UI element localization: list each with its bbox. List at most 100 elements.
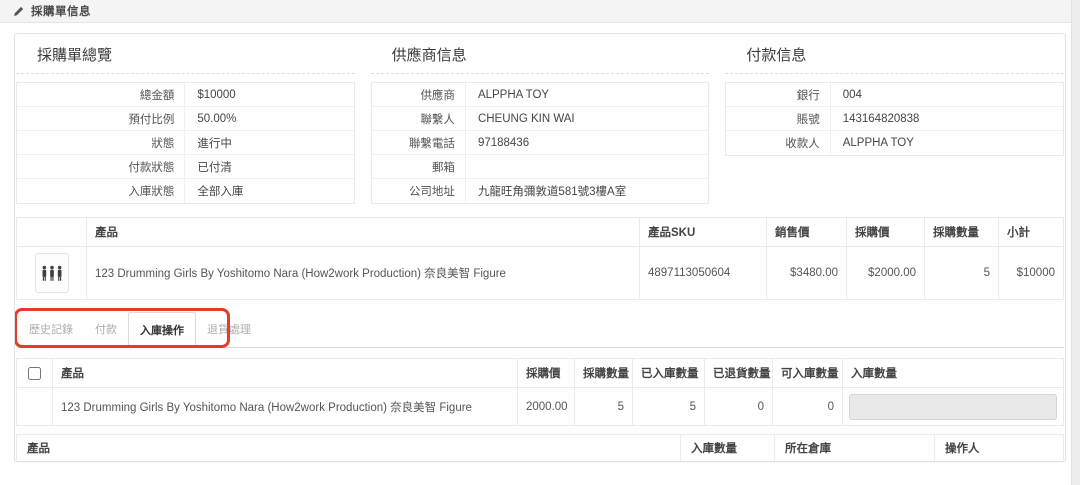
info-value: CHEUNG KIN WAI	[477, 112, 575, 125]
product-name: 123 Drumming Girls By Yoshitomo Nara (Ho…	[86, 246, 640, 300]
info-label: 入庫狀態	[17, 179, 186, 203]
tabs-section: 歷史記錄 付款 入庫操作 退貨處理	[15, 308, 1064, 348]
info-label: 銀行	[726, 83, 831, 106]
info-value: 全部入庫	[197, 186, 244, 198]
product-name: 123 Drumming Girls By Yoshitomo Nara (Ho…	[17, 462, 681, 463]
info-value: 97188436	[477, 136, 530, 149]
col-product: 產品	[86, 217, 640, 247]
product-table: 產品 產品SKU 銷售價 採購價 採購數量 小計 123 Drumming Gi…	[16, 217, 1064, 300]
info-row: 總金額 $10000	[17, 83, 354, 107]
info-row: 郵箱	[371, 155, 709, 179]
page-header: 採購單信息	[0, 0, 1071, 23]
overview-table: 總金額 $10000 預付比例 50.00% 狀態 進行中 付款狀態 已付清 入…	[16, 82, 355, 204]
product-purchase-qty: 5	[924, 246, 999, 300]
warehouse: 現貨（尖沙咀舖）	[775, 462, 935, 463]
payment-table: 銀行 004 賬號 143164820838 收款人 ALPPHA TOY	[725, 82, 1065, 156]
info-label: 收款人	[726, 131, 831, 155]
overview-section: 採購單總覽 總金額 $10000 預付比例 50.00% 狀態 進行中 付款狀態…	[16, 38, 355, 204]
info-row: 公司地址 九龍旺角彌敦道581號3樓A室	[372, 179, 709, 203]
col-sale-price: 銷售價	[766, 217, 847, 247]
pencil-icon	[13, 6, 24, 17]
inbound-qty-input[interactable]	[849, 393, 1057, 420]
info-value: $10000	[197, 88, 236, 101]
operator: Admin Admin	[935, 462, 1064, 463]
select-all-checkbox[interactable]	[28, 366, 41, 380]
info-label: 公司地址	[372, 179, 466, 203]
product-sale-price: $3480.00	[766, 246, 847, 300]
vertical-scrollbar[interactable]	[1071, 0, 1080, 485]
overview-title: 採購單總覽	[16, 38, 355, 74]
tab-history[interactable]: 歷史記錄	[18, 312, 84, 347]
tab-return-processing[interactable]: 退貨處理	[196, 312, 262, 347]
info-row: 供應商 ALPPHA TOY	[371, 83, 709, 107]
select-all-cell	[16, 358, 53, 388]
info-row: 狀態 進行中	[17, 131, 354, 155]
tab-payment[interactable]: 付款	[84, 312, 128, 347]
col-returned-qty: 已退貨數量	[704, 358, 773, 388]
info-value: 50.00%	[197, 112, 237, 125]
info-label: 供應商	[372, 83, 466, 106]
tab-bar: 歷史記錄 付款 入庫操作 退貨處理	[18, 312, 1064, 348]
table-row: 123 Drumming Girls By Yoshitomo Nara (Ho…	[17, 462, 1064, 463]
inbound-qty-cell	[842, 387, 1064, 426]
col-product: 產品	[16, 434, 681, 461]
col-operator: 操作人	[934, 434, 1064, 461]
table-header-row: 產品 產品SKU 銷售價 採購價 採購數量 小計	[16, 217, 1064, 247]
info-row: 入庫狀態 全部入庫	[17, 179, 354, 203]
info-row: 聯繫人 CHEUNG KIN WAI	[371, 107, 709, 131]
product-name: 123 Drumming Girls By Yoshitomo Nara (Ho…	[52, 387, 518, 426]
info-label: 付款狀態	[17, 155, 186, 178]
col-sku: 產品SKU	[639, 217, 767, 247]
product-thumbnail-cell	[16, 246, 87, 300]
payment-title: 付款信息	[725, 38, 1065, 74]
info-row: 賬號 143164820838	[726, 107, 1064, 131]
info-row: 收款人 ALPPHA TOY	[726, 131, 1063, 155]
info-row: 銀行 004	[726, 83, 1064, 107]
received-qty: 5	[632, 387, 705, 426]
info-value: 已付清	[197, 161, 232, 174]
supplier-table: 供應商 ALPPHA TOY 聯繫人 CHEUNG KIN WAI 聯繫電話 9…	[370, 82, 710, 204]
col-purchase-price: 採購價	[517, 358, 575, 388]
table-row: 123 Drumming Girls By Yoshitomo Nara (Ho…	[16, 246, 1064, 300]
col-available-qty: 可入庫數量	[772, 358, 843, 388]
table-header-row: 產品 採購價 採購數量 已入庫數量 已退貨數量 可入庫數量 入庫數量	[16, 358, 1064, 388]
info-row: 預付比例 50.00%	[17, 107, 354, 131]
col-received-qty: 已入庫數量	[632, 358, 705, 388]
col-purchase-qty: 採購數量	[924, 217, 999, 247]
table-header-row: 產品 入庫數量 所在倉庫 操作人	[16, 434, 1064, 461]
purchase-order-page: 採購單信息 採購單總覽 總金額 $10000 預付比例 50.00% 狀態 進行…	[0, 0, 1080, 485]
info-label: 總金額	[17, 83, 186, 106]
col-inbound-qty: 入庫數量	[842, 358, 1064, 388]
thumbnail-header	[16, 217, 87, 247]
col-purchase-qty: 採購數量	[574, 358, 633, 388]
product-purchase-price: $2000.00	[846, 246, 925, 300]
page-title: 採購單信息	[31, 6, 91, 18]
returned-qty: 0	[704, 387, 773, 426]
info-value	[466, 155, 708, 178]
info-value: 004	[842, 88, 862, 101]
col-subtotal: 小計	[998, 217, 1064, 247]
available-qty: 0	[772, 387, 843, 426]
info-label: 狀態	[17, 131, 186, 154]
info-label: 聯繫人	[372, 107, 466, 130]
row-select-cell	[16, 387, 53, 426]
info-label: 郵箱	[372, 155, 466, 178]
info-label: 預付比例	[17, 107, 186, 130]
info-value: ALPPHA TOY	[477, 88, 550, 101]
info-row: 聯繫電話 97188436	[371, 131, 709, 155]
col-warehouse: 所在倉庫	[774, 434, 935, 461]
info-value: ALPPHA TOY	[842, 137, 914, 149]
purchase-price: 2000.00	[517, 387, 575, 426]
info-label: 賬號	[726, 107, 831, 130]
supplier-title: 供應商信息	[370, 38, 710, 74]
info-value: 進行中	[197, 137, 232, 150]
tab-inbound-operation[interactable]: 入庫操作	[128, 312, 196, 348]
inbound-qty: 5	[681, 462, 775, 463]
inbound-history-table: 產品 入庫數量 所在倉庫 操作人 123 Drumming Girls By Y…	[16, 434, 1064, 463]
info-value: 143164820838	[842, 112, 920, 125]
info-row: 付款狀態 已付清	[17, 155, 354, 179]
table-row: 123 Drumming Girls By Yoshitomo Nara (Ho…	[16, 387, 1064, 426]
payment-section: 付款信息 銀行 004 賬號 143164820838 收款人 ALPPHA T…	[725, 38, 1065, 204]
supplier-section: 供應商信息 供應商 ALPPHA TOY 聯繫人 CHEUNG KIN WAI …	[370, 38, 710, 204]
inbound-operation-table: 產品 採購價 採購數量 已入庫數量 已退貨數量 可入庫數量 入庫數量 123 D…	[16, 358, 1064, 426]
